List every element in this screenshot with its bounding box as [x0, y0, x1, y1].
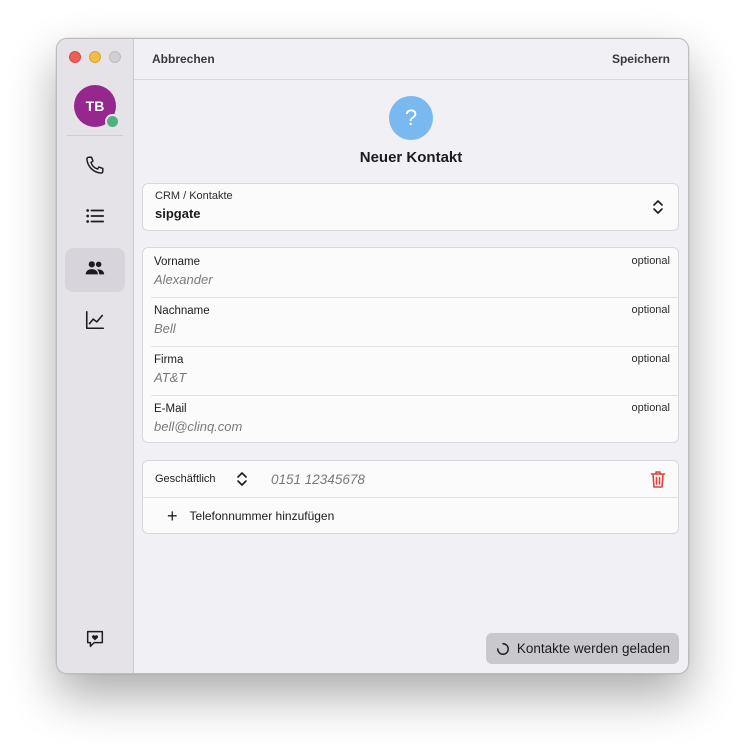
first-name-input[interactable]: Alexander — [154, 272, 667, 287]
chevron-up-down-icon — [653, 200, 663, 214]
optional-hint: optional — [631, 402, 670, 414]
online-status-indicator — [105, 114, 120, 129]
question-mark-glyph: ? — [404, 105, 418, 130]
field-label: Vorname — [154, 256, 201, 268]
add-phone-number-button[interactable]: + Telefonnummer hinzufügen — [143, 498, 678, 534]
close-window-button[interactable] — [69, 51, 81, 63]
window-controls — [69, 51, 121, 63]
phone-icon — [84, 154, 106, 181]
sidebar-divider — [67, 135, 123, 136]
company-field[interactable]: Firma AT&T optional — [143, 346, 678, 395]
last-name-input[interactable]: Bell — [154, 321, 667, 336]
loading-toast: Kontakte werden geladen — [485, 633, 679, 664]
page-title: Neuer Kontakt — [359, 149, 463, 166]
loading-toast-text: Kontakte werden geladen — [516, 641, 670, 656]
phone-numbers: Geschäftlich 0151 12345678 + Telefonnumm… — [142, 460, 679, 534]
feedback-button[interactable] — [65, 619, 125, 663]
app-window: TB Abbrechen Speichern ? Neuer Kontakt C… — [56, 38, 689, 674]
field-label: E-Mail — [154, 403, 187, 415]
company-input[interactable]: AT&T — [154, 370, 667, 385]
sidebar: TB — [57, 39, 134, 673]
email-field[interactable]: E-Mail bell@clinq.com optional — [143, 395, 678, 444]
avatar-initials: TB — [85, 98, 105, 114]
contacts-icon — [84, 257, 106, 284]
sidebar-item-contacts[interactable] — [65, 248, 125, 292]
first-name-field[interactable]: Vorname Alexander optional — [143, 248, 678, 297]
maximize-window-button[interactable] — [109, 51, 121, 63]
loading-spinner-icon — [496, 642, 509, 655]
feedback-heart-icon — [84, 628, 106, 655]
crm-selector-value: sipgate — [155, 206, 201, 221]
add-phone-number-label: Telefonnummer hinzufügen — [189, 509, 335, 523]
field-label: Nachname — [154, 305, 210, 317]
phone-type-selector[interactable]: Geschäftlich — [155, 473, 223, 485]
optional-hint: optional — [631, 304, 670, 316]
crm-selector-label: CRM / Kontakte — [155, 190, 233, 202]
last-name-field[interactable]: Nachname Bell optional — [143, 297, 678, 346]
optional-hint: optional — [631, 255, 670, 267]
phone-number-input[interactable]: 0151 12345678 — [271, 472, 365, 487]
avatar[interactable]: TB — [74, 85, 120, 129]
toolbar: Abbrechen Speichern — [134, 39, 688, 80]
phone-entry: Geschäftlich 0151 12345678 — [143, 461, 678, 498]
sidebar-item-statistics[interactable] — [65, 300, 125, 344]
plus-icon: + — [167, 506, 178, 526]
minimize-window-button[interactable] — [89, 51, 101, 63]
cancel-button[interactable]: Abbrechen — [152, 52, 215, 66]
sidebar-item-list[interactable] — [65, 196, 125, 240]
list-icon — [84, 205, 106, 232]
email-input[interactable]: bell@clinq.com — [154, 419, 667, 434]
contact-avatar-placeholder[interactable]: ? — [389, 96, 433, 140]
contact-fields: Vorname Alexander optional Nachname Bell… — [142, 247, 679, 443]
main-panel: Abbrechen Speichern ? Neuer Kontakt CRM … — [134, 39, 688, 673]
save-button[interactable]: Speichern — [612, 52, 670, 66]
chevron-up-down-icon[interactable] — [235, 471, 249, 487]
optional-hint: optional — [631, 353, 670, 365]
crm-selector[interactable]: CRM / Kontakte sipgate — [142, 183, 679, 231]
trash-icon[interactable] — [650, 470, 666, 489]
field-label: Firma — [154, 354, 184, 366]
sidebar-item-phone[interactable] — [65, 145, 125, 189]
chart-icon — [84, 309, 106, 336]
